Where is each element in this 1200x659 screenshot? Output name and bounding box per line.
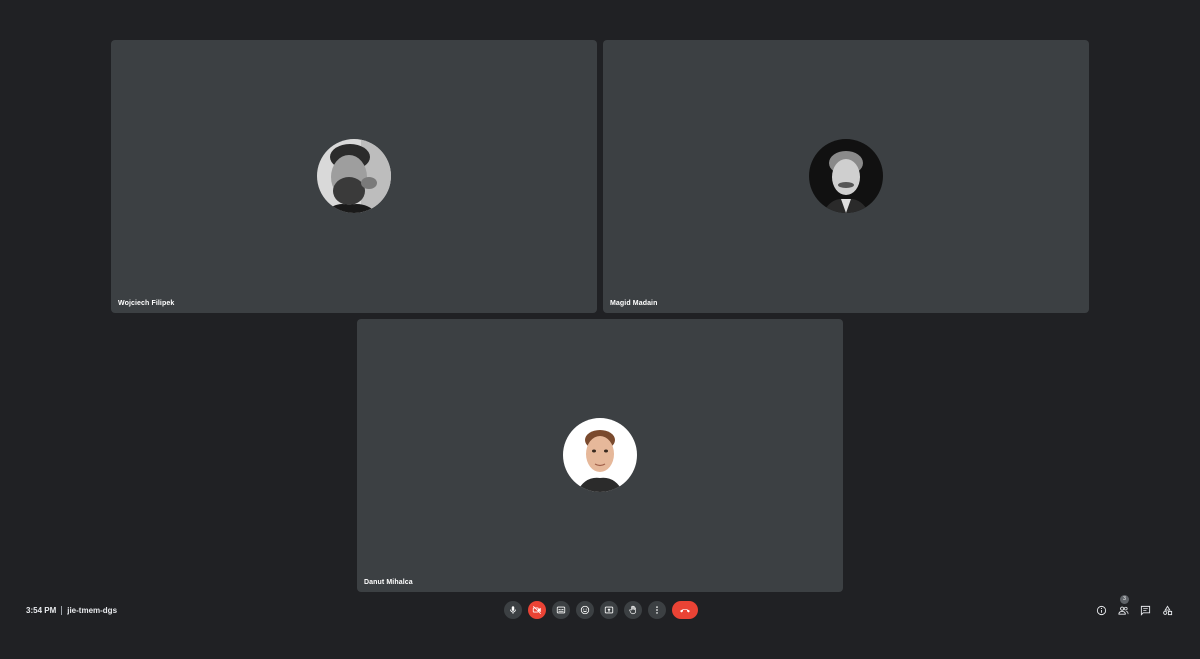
participant-tile[interactable]: Magid Madain [603,40,1089,313]
more-options-icon [656,606,658,614]
raise-hand-icon [629,605,636,615]
present-screen-icon [604,606,614,614]
camera-toggle-button[interactable] [528,601,546,619]
microphone-icon [510,606,516,614]
participant-name: Magid Madain [610,300,658,307]
chat-icon [1140,605,1150,616]
captions-icon [556,606,566,614]
avatar [563,418,637,492]
participant-name: Wojciech Filipek [118,300,175,307]
side-panel-controls: 3 [1088,595,1176,619]
meeting-info: 3:54 PM jie-tmem-dgs [26,605,117,616]
emoji-icon [580,605,590,615]
activities-icon [1162,605,1172,615]
raise-hand-button[interactable] [624,601,642,619]
call-controls [504,601,698,619]
meeting-time: 3:54 PM [26,606,57,615]
avatar [809,139,883,213]
present-button[interactable] [600,601,618,619]
participant-name: Danut Mihalca [364,579,413,586]
people-icon [1117,606,1128,615]
people-button[interactable]: 3 [1114,595,1132,619]
reactions-button[interactable] [576,601,594,619]
camera-off-icon [532,605,542,615]
meeting-code: jie-tmem-dgs [67,606,118,615]
divider [61,606,63,615]
activities-button[interactable] [1158,601,1176,619]
meeting-details-button[interactable] [1092,601,1110,619]
captions-button[interactable] [552,601,570,619]
participant-tile[interactable]: Danut Mihalca [357,319,843,592]
meeting-stage: Wojciech Filipek Magid Madain Danut Miha… [0,0,1200,659]
hang-up-icon [680,609,690,613]
info-icon [1096,605,1106,615]
people-count-badge: 3 [1120,595,1129,604]
more-options-button[interactable] [648,601,666,619]
avatar [317,139,391,213]
participant-tile[interactable]: Wojciech Filipek [111,40,597,313]
chat-button[interactable] [1136,601,1154,619]
leave-call-button[interactable] [672,601,698,619]
microphone-button[interactable] [504,601,522,619]
